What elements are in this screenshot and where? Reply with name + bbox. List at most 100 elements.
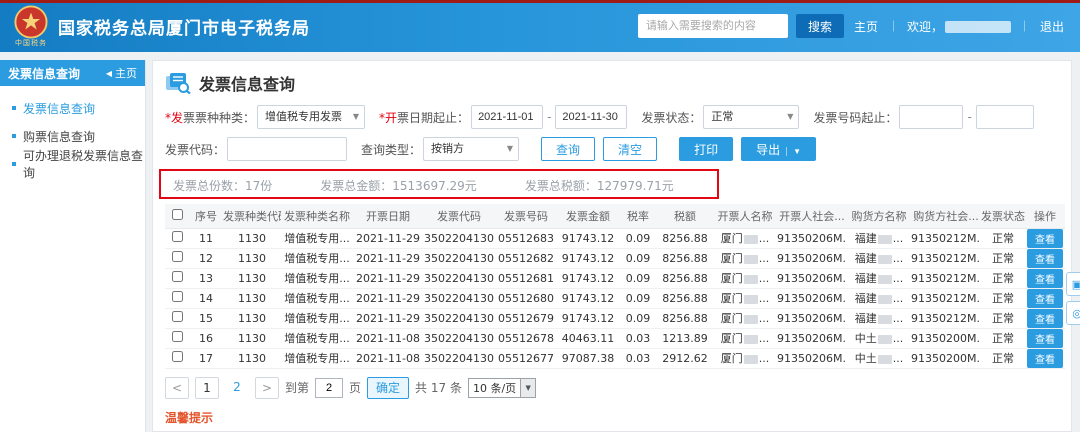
invoice-status-select[interactable]: 正常 ▼ xyxy=(703,105,800,129)
floating-widget-icon-2[interactable]: ◎ xyxy=(1066,301,1080,325)
cell-status: 正常 xyxy=(981,308,1025,329)
floating-widget-icon-1[interactable]: ▣ xyxy=(1066,272,1080,296)
cell-seller: 厦门... xyxy=(713,328,777,349)
row-checkbox-cell xyxy=(165,308,189,329)
table-body: 11 1130 增值税专用... 2021-11-29 3502204130 055126… xyxy=(165,228,1065,369)
next-page-button[interactable]: > xyxy=(255,376,279,399)
export-label: 导出 xyxy=(756,142,781,157)
logout-link[interactable]: 退出 xyxy=(1040,18,1064,35)
welcome-text: 欢迎， xyxy=(907,18,1011,35)
invoice-code-input[interactable] xyxy=(227,137,348,161)
cell-seq: 16 xyxy=(189,328,223,349)
cell-amount: 40463.11 xyxy=(557,328,619,349)
cell-code: 3502204130 xyxy=(423,228,495,249)
cell-type_code: 1130 xyxy=(223,248,281,269)
chevron-down-icon: ▼ xyxy=(520,378,536,397)
goto-page-input[interactable] xyxy=(315,377,344,398)
cell-type_code: 1130 xyxy=(223,308,281,329)
cell-code: 3502204130 xyxy=(423,308,495,329)
row-checkbox[interactable] xyxy=(171,291,183,302)
cell-seq: 15 xyxy=(189,308,223,329)
floating-toolbar: ▣ ◎ xyxy=(1066,272,1080,330)
select-all-cell xyxy=(165,204,189,229)
date-to-input[interactable] xyxy=(555,105,628,129)
page-number[interactable]: 2 xyxy=(225,377,249,399)
cell-buyer: 福建... xyxy=(847,268,911,289)
summary-bar: 发票总份数：17份 发票总金额：1513697.29元 发票总税额：127979… xyxy=(159,169,1059,202)
cell-rate: 0.09 xyxy=(619,288,657,309)
row-checkbox[interactable] xyxy=(171,271,183,282)
cell-amount: 91743.12 xyxy=(557,308,619,329)
redacted-text xyxy=(743,354,758,364)
view-button[interactable]: 查看 xyxy=(1027,308,1063,327)
table-row: 12 1130 增值税专用... 2021-11-29 3502204130 055126… xyxy=(165,248,1065,269)
clear-button[interactable]: 清空 xyxy=(603,137,658,161)
query-type-value: 按销方 xyxy=(431,142,465,155)
tax-emblem-icon xyxy=(14,5,48,39)
sidebar-item[interactable]: 可办理退税发票信息查询 xyxy=(0,149,145,180)
cell-status: 正常 xyxy=(981,248,1025,269)
cell-status: 正常 xyxy=(981,288,1025,309)
sidebar-item[interactable]: 发票信息查询 xyxy=(0,94,145,122)
cell-buyer_credit: 91350212M... xyxy=(911,248,981,269)
invoice-type-label: *发票票种种类： xyxy=(165,110,256,125)
column-header: 开票人社会... xyxy=(777,204,847,229)
export-button[interactable]: 导出 ▼ xyxy=(741,137,817,161)
column-header: 序号 xyxy=(189,204,223,229)
cell-seller: 厦门... xyxy=(713,288,777,309)
page-number[interactable]: 1 xyxy=(195,376,219,399)
sidebar-item[interactable]: 购票信息查询 xyxy=(0,122,145,150)
view-button[interactable]: 查看 xyxy=(1027,268,1063,287)
page-size-select[interactable]: 10 条/页 ▼ xyxy=(467,377,537,398)
search-button[interactable]: 搜索 xyxy=(795,14,844,38)
row-checkbox[interactable] xyxy=(171,231,183,242)
query-type-select[interactable]: 按销方 ▼ xyxy=(423,137,520,161)
invoice-number-to-input[interactable] xyxy=(975,105,1034,129)
cell-seller_credit: 91350206M... xyxy=(777,348,847,369)
cell-tax: 8256.88 xyxy=(657,228,713,249)
row-checkbox-cell xyxy=(165,248,189,269)
invoice-number-range-label: 发票号码起止： xyxy=(813,110,898,125)
query-button[interactable]: 查询 xyxy=(541,137,596,161)
sidebar-item-label: 可办理退税发票信息查询 xyxy=(23,149,144,180)
cell-type_name: 增值税专用... xyxy=(281,348,353,369)
invoice-number-from-input[interactable] xyxy=(899,105,964,129)
view-button[interactable]: 查看 xyxy=(1027,248,1063,267)
view-button[interactable]: 查看 xyxy=(1027,348,1063,367)
cell-tax: 8256.88 xyxy=(657,268,713,289)
view-button[interactable]: 查看 xyxy=(1027,288,1063,307)
cell-buyer_credit: 91350200M... xyxy=(911,348,981,369)
back-to-home[interactable]: ◀ 主页 xyxy=(106,65,137,81)
cell-date: 2021-11-08 xyxy=(353,328,423,349)
row-checkbox[interactable] xyxy=(171,351,183,362)
invoice-status-value: 正常 xyxy=(711,110,734,123)
cell-date: 2021-11-08 xyxy=(353,348,423,369)
home-link[interactable]: 主页 xyxy=(854,18,878,35)
row-checkbox[interactable] xyxy=(171,331,183,342)
chevron-down-icon: ▼ xyxy=(787,112,794,121)
row-checkbox[interactable] xyxy=(171,311,183,322)
row-checkbox[interactable] xyxy=(171,251,183,262)
date-from-input[interactable] xyxy=(471,105,544,129)
sidebar-menu: 发票信息查询 购票信息查询 可办理退税发票信息查询 xyxy=(0,86,145,180)
goto-confirm-button[interactable]: 确定 xyxy=(367,376,410,399)
redacted-text xyxy=(743,314,758,324)
cell-amount: 91743.12 xyxy=(557,288,619,309)
select-all-checkbox[interactable] xyxy=(171,208,183,220)
page-title: 发票信息查询 xyxy=(199,75,296,94)
view-button[interactable]: 查看 xyxy=(1027,328,1063,347)
row-checkbox-cell xyxy=(165,288,189,309)
query-type-label: 查询类型： xyxy=(361,142,422,157)
cell-number: 05512680 xyxy=(495,288,557,309)
cell-status: 正常 xyxy=(981,348,1025,369)
topbar-right: 搜索 主页 ｜ 欢迎， ｜ 退出 xyxy=(637,14,1066,38)
cell-number: 05512677 xyxy=(495,348,557,369)
print-button[interactable]: 打印 xyxy=(679,137,734,161)
redacted-username xyxy=(944,20,1011,33)
prev-page-button[interactable]: < xyxy=(165,376,189,399)
sidebar: 发票信息查询 ◀ 主页 发票信息查询 购票信息查询 可办理退税发票信息查询 xyxy=(0,60,146,432)
search-input[interactable] xyxy=(637,14,788,38)
view-button[interactable]: 查看 xyxy=(1027,228,1063,247)
invoice-type-select[interactable]: 增值税专用发票 ▼ xyxy=(257,105,366,129)
bullet-icon xyxy=(12,162,16,166)
